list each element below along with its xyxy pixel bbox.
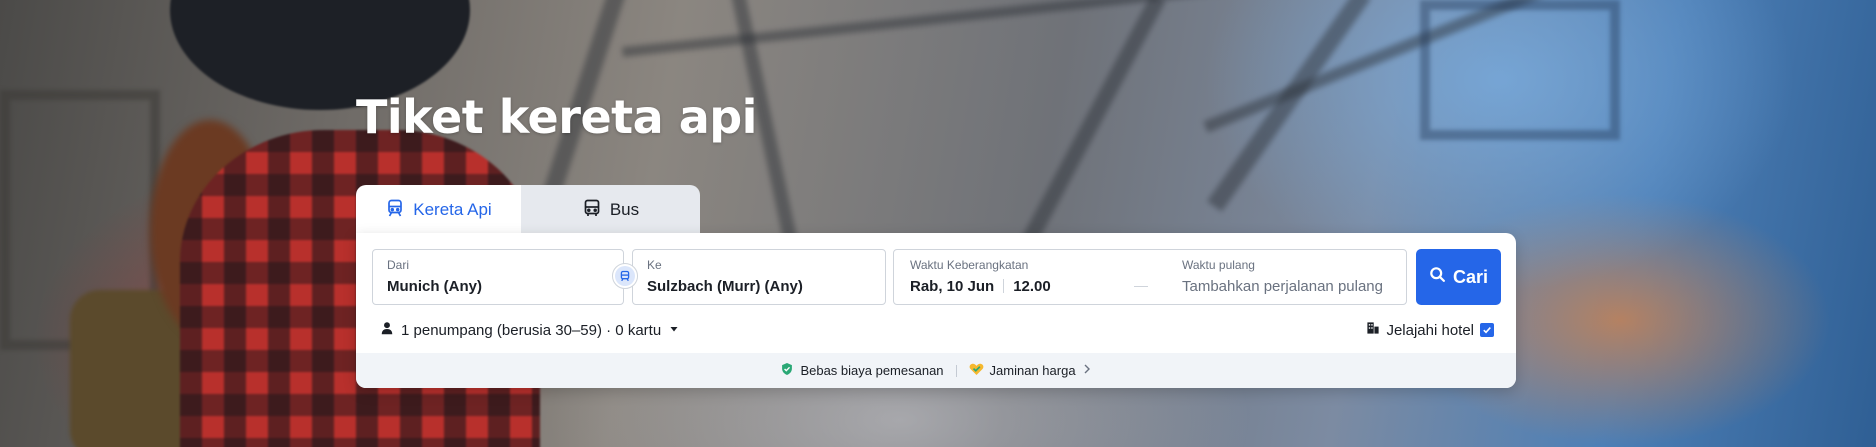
explore-hotels-checkbox[interactable] (1480, 323, 1494, 337)
price-guarantee-text: Jaminan harga (989, 363, 1076, 378)
no-fee-text: Bebas biaya pemesanan (800, 363, 944, 378)
destination-value: Sulzbach (Murr) (Any) (647, 278, 803, 295)
origin-label: Dari (387, 258, 410, 272)
search-button[interactable]: Cari (1416, 249, 1501, 305)
return-placeholder: Tambahkan perjalanan pulang (1182, 278, 1383, 295)
heart-check-icon (969, 362, 984, 379)
explore-hotels-label: Jelajahi hotel (1386, 321, 1474, 339)
departure-time: 12.00 (1013, 278, 1051, 295)
chevron-right-icon (1082, 363, 1092, 378)
destination-label: Ke (647, 258, 662, 272)
tab-train-label: Kereta Api (413, 200, 492, 219)
departure-label: Waktu Keberangkatan (910, 258, 1029, 272)
caret-down-icon (668, 322, 680, 339)
tab-bus[interactable]: Bus (521, 185, 700, 235)
origin-value: Munich (Any) (387, 278, 482, 295)
passenger-selector[interactable]: 1 penumpang (berusia 30–59) · 0 kartu (380, 321, 680, 339)
passenger-summary: 1 penumpang (berusia 30–59) · 0 kartu (401, 321, 662, 339)
bus-icon (582, 198, 602, 223)
train-icon (385, 198, 405, 223)
destination-field[interactable]: Ke Sulzbach (Murr) (Any) (632, 249, 886, 305)
person-icon (380, 321, 394, 339)
dates-field: Waktu Keberangkatan Rab, 10 Jun 12.00 Wak… (893, 249, 1407, 305)
origin-field[interactable]: Dari Munich (Any) (372, 249, 624, 305)
date-separator (1134, 286, 1148, 287)
footer-divider (955, 364, 957, 377)
no-fee-badge: Bebas biaya pemesanan (780, 362, 944, 379)
explore-hotels-option: Jelajahi hotel (1366, 321, 1494, 339)
return-label: Waktu pulang (1182, 258, 1255, 272)
departure-date: Rab, 10 Jun (910, 278, 995, 295)
price-guarantee-link[interactable]: Jaminan harga (969, 362, 1092, 379)
hotel-icon (1366, 321, 1380, 339)
return-field[interactable]: Waktu pulang Tambahkan perjalanan pulang (1182, 258, 1383, 295)
train-icon (619, 267, 631, 286)
transport-tabs: Kereta Api Bus (356, 185, 700, 235)
shield-check-icon (780, 362, 794, 379)
search-button-label: Cari (1452, 266, 1488, 287)
swap-stations-button[interactable] (612, 263, 638, 289)
search-card: Dari Munich (Any) Ke Sulzbach (Murr) (An… (356, 233, 1516, 388)
search-icon (1429, 266, 1446, 288)
benefits-bar: Bebas biaya pemesanan Jaminan harga (356, 353, 1516, 388)
tab-train[interactable]: Kereta Api (356, 185, 521, 235)
tab-bus-label: Bus (609, 200, 640, 219)
page-title: Tiket kereta api (356, 90, 757, 144)
departure-field[interactable]: Waktu Keberangkatan Rab, 10 Jun 12.00 (910, 258, 1051, 295)
